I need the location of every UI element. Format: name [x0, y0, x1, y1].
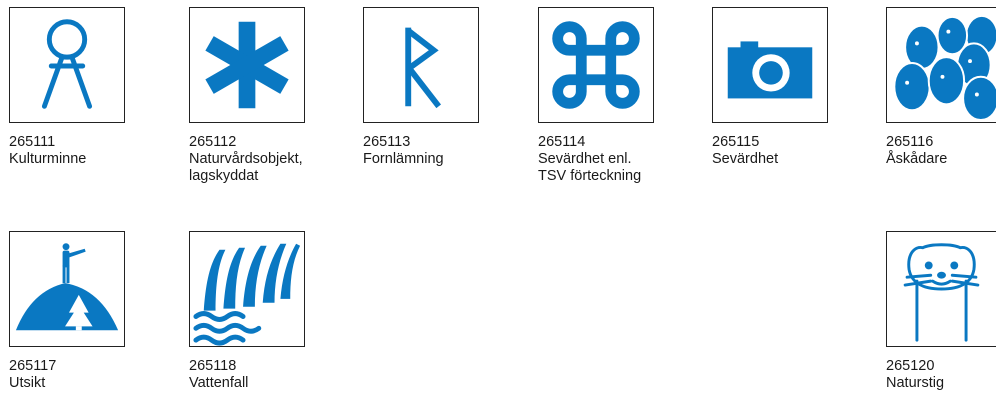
- snowflake-icon: [205, 21, 289, 109]
- sign-265117: [9, 231, 125, 347]
- sign-265112: [189, 7, 305, 123]
- stoat-icon: [903, 243, 980, 342]
- caption-265115: 265115 Sevärdhet: [712, 134, 778, 168]
- sign-code: 265116: [886, 134, 934, 150]
- viewpoint-icon: [15, 243, 119, 331]
- sign-label: Utsikt: [9, 375, 46, 391]
- waterfall-icon: [193, 243, 301, 346]
- sign-code: 265118: [189, 358, 237, 374]
- sign-label: Vattenfall: [189, 375, 249, 391]
- caption-265114: 265114 Sevärdhet enl. TSV förteckning: [538, 134, 641, 185]
- sign-code: 265114: [538, 134, 586, 150]
- sign-code: 265117: [9, 358, 57, 374]
- sign-265116: [886, 7, 996, 123]
- caption-265118: 265118 Vattenfall: [189, 358, 248, 392]
- sign-265113: [363, 7, 479, 123]
- caption-265112: 265112 Naturvårdsobjekt, lagskyddat: [189, 134, 303, 185]
- sign-265114: [538, 7, 654, 123]
- sign-label: Sevärdhet enl.: [538, 151, 632, 167]
- sign-code: 265115: [712, 134, 760, 150]
- sign-label: Fornlämning: [363, 151, 444, 167]
- sign-265118: [189, 231, 305, 347]
- sign-label: Åskådare: [886, 151, 948, 167]
- caption-265120: 265120 Naturstig: [886, 358, 944, 392]
- caption-265116: 265116 Åskådare: [886, 134, 947, 168]
- sign-label: lagskyddat: [189, 168, 259, 184]
- sign-label: Naturvårdsobjekt,: [189, 151, 303, 167]
- sign-code: 265112: [189, 134, 237, 150]
- caption-265113: 265113 Fornlämning: [363, 134, 444, 168]
- sign-label: TSV förteckning: [538, 168, 642, 184]
- crowd-icon: [893, 14, 996, 122]
- sign-code: 265111: [9, 134, 56, 150]
- command-symbol-icon: [552, 21, 640, 109]
- sign-265115: [712, 7, 828, 123]
- sign-265111: [9, 7, 125, 123]
- kulturminne-icon: [41, 19, 93, 109]
- sign-label: Sevärdhet: [712, 151, 779, 167]
- camera-icon: [727, 41, 813, 99]
- sign-label: Naturstig: [886, 375, 945, 391]
- caption-265111: 265111 Kulturminne: [9, 134, 86, 168]
- sign-code: 265113: [363, 134, 411, 150]
- caption-265117: 265117 Utsikt: [9, 358, 56, 392]
- sign-label: Kulturminne: [9, 151, 87, 167]
- sign-code: 265120: [886, 358, 935, 374]
- rune-r-icon: [405, 27, 442, 109]
- sign-265120: [886, 231, 996, 347]
